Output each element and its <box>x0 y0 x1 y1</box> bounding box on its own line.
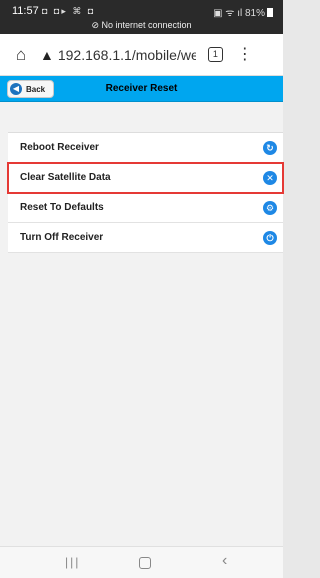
refresh-icon: ↻ <box>263 141 277 155</box>
page-header: ◀ Back Receiver Reset <box>0 76 283 102</box>
url-field[interactable]: 192.168.1.1/mobile/webForr <box>58 47 196 63</box>
power-icon: ⏻ <box>263 231 277 245</box>
browser-toolbar: ⌂ ▲ 192.168.1.1/mobile/webForr 1 ⋮ <box>0 34 283 76</box>
notification-icons: ◘ ◘▸ ⌘ ◘ <box>42 6 96 16</box>
list-item-clear-satellite-data[interactable]: Clear Satellite Data ✕ <box>7 162 284 194</box>
home-button[interactable] <box>139 557 151 569</box>
gear-icon: ⚙ <box>263 201 277 215</box>
list-item-reboot-receiver[interactable]: Reboot Receiver ↻ <box>8 133 283 163</box>
page-title: Receiver Reset <box>105 83 178 94</box>
browser-menu-icon[interactable]: ⋮ <box>237 46 253 63</box>
status-indicators: ▣ ᯤ ıl 81% <box>213 5 273 19</box>
tab-switcher-button[interactable]: 1 <box>207 47 223 62</box>
recents-button[interactable]: ||| <box>65 555 80 569</box>
home-icon[interactable]: ⌂ <box>8 45 34 65</box>
list-item-reset-to-defaults[interactable]: Reset To Defaults ⚙ <box>8 193 283 223</box>
phone-screen: 11:57 ◘ ◘▸ ⌘ ◘ ▣ ᯤ ıl 81% ⊘ No internet … <box>0 0 284 578</box>
back-nav-button[interactable]: ‹ <box>222 552 227 570</box>
reset-options-list: Reboot Receiver ↻ Clear Satellite Data ✕… <box>7 132 284 253</box>
no-internet-banner: ⊘ No internet connection <box>91 20 192 30</box>
battery-icon <box>267 8 273 17</box>
list-item-turn-off-receiver[interactable]: Turn Off Receiver ⏻ <box>8 223 283 253</box>
list-item-label: Clear Satellite Data <box>20 172 111 183</box>
system-nav-bar: ||| ‹ <box>0 546 283 578</box>
close-icon: ✕ <box>263 171 277 185</box>
status-time: 11:57 <box>12 5 39 17</box>
list-item-label: Reboot Receiver <box>20 142 99 153</box>
battery-text: ▣ ᯤ ıl 81% <box>213 8 265 19</box>
list-item-label: Turn Off Receiver <box>20 232 104 243</box>
status-bar: 11:57 ◘ ◘▸ ⌘ ◘ ▣ ᯤ ıl 81% ⊘ No internet … <box>0 0 283 34</box>
not-secure-warning-icon[interactable]: ▲ <box>40 47 54 63</box>
list-item-label: Reset To Defaults <box>20 202 104 213</box>
